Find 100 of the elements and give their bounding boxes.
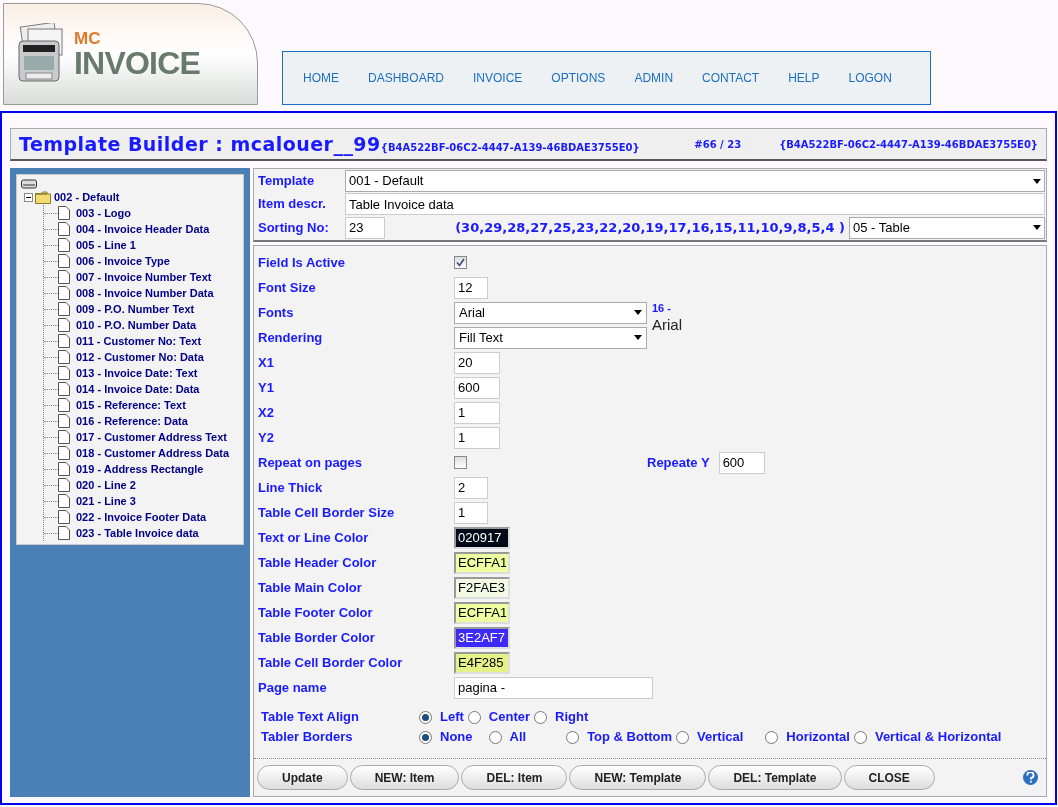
sorting-field[interactable]: 23 [345,216,385,239]
radio-button[interactable] [534,710,548,724]
field-label: Font Size [258,278,317,297]
tree-item[interactable]: 020 - Line 2 [76,476,136,494]
radio-button[interactable] [676,730,690,744]
input-field[interactable]: 600 [454,376,500,399]
action-button[interactable]: NEW: Template [569,765,707,790]
tree-item[interactable]: 008 - Invoice Number Data [76,284,214,302]
dropdown[interactable]: Arial [454,301,647,324]
color-field[interactable]: F2FAE3 [454,576,510,599]
radio-button[interactable] [419,710,432,724]
field-label: Template [257,172,316,191]
input-field[interactable]: 1 [454,501,488,524]
nav-link[interactable]: HELP [788,69,820,87]
template-guid: {B4A522BF-06C2-4447-A139-46BDAE3755E0} [779,137,1038,152]
template-select[interactable]: 001 - Default [345,170,1045,192]
field-label: Y1 [258,378,275,397]
font-preview: Arial [652,315,682,335]
input-field[interactable]: 1 [454,426,500,449]
document-icon [58,478,70,492]
radio-button[interactable] [765,730,779,744]
nav-link[interactable]: LOGON [848,69,892,87]
input-field[interactable]: 2 [454,476,488,499]
tree-item[interactable]: 003 - Logo [76,204,131,222]
tree-item[interactable]: 023 - Table Invoice data [76,524,199,542]
tree-item[interactable]: 014 - Invoice Date: Data [76,380,200,398]
radio-label[interactable]: Left [440,707,464,727]
radio-label[interactable]: Right [555,707,589,727]
tree-item[interactable]: 016 - Reference: Data [76,412,188,430]
radio-label[interactable]: Top & Bottom [587,727,673,747]
tree-item[interactable]: 011 - Customer No: Text [76,332,202,350]
radio-label[interactable]: Center [488,707,531,727]
document-icon [58,238,70,252]
radio-button[interactable] [467,710,481,724]
tree-item[interactable]: 005 - Line 1 [76,236,136,254]
action-button[interactable]: DEL: Item [461,765,568,790]
tree-item[interactable]: 018 - Customer Address Data [76,444,230,462]
radio-button[interactable] [853,730,867,744]
description-field[interactable]: Table Invoice data [345,193,1045,215]
nav-link[interactable]: INVOICE [473,69,523,87]
logo-title: INVOICE [74,46,200,79]
action-button[interactable]: NEW: Item [349,765,460,790]
field-label: Repeate Y [647,453,710,472]
radio-label[interactable]: All [509,727,527,747]
nav-link[interactable]: CONTACT [702,69,760,87]
color-field[interactable]: 3E2AF7 [454,626,510,649]
color-field[interactable]: E4F285 [454,651,510,674]
tree-item[interactable]: 022 - Invoice Footer Data [76,508,207,526]
page-title: Template Builder : mcalouer__99 [19,131,381,158]
checkbox[interactable] [454,256,467,269]
input-field[interactable]: 20 [454,351,500,374]
tree-item[interactable]: 002 - Default [54,188,120,206]
item-counter: #66 / 23 [694,137,742,152]
sorting-list: (30,29,28,27,25,23,22,20,19,17,16,15,11,10,9,8,5,4 ) [455,217,845,238]
radio-label[interactable]: None [440,727,473,747]
action-button[interactable]: CLOSE [843,765,935,790]
tree-item[interactable]: 019 - Address Rectangle [76,460,204,478]
action-button[interactable]: Update [257,765,348,790]
input-field[interactable]: pagina - [454,676,653,699]
radio-button[interactable] [566,730,580,744]
field-label: Text or Line Color [258,528,370,547]
tree-item[interactable]: 015 - Reference: Text [76,396,186,414]
caret-icon [634,335,642,340]
collapse-icon[interactable] [24,192,33,202]
field-label: Line Thick [258,478,324,497]
document-icon [58,526,70,540]
tree-item[interactable]: 012 - Customer No: Data [76,348,204,366]
nav-link[interactable]: HOME [303,69,339,87]
field-label: Fonts [258,303,295,322]
tree-item[interactable]: 010 - P.O. Number Data [76,316,197,334]
tree-item[interactable]: 004 - Invoice Header Data [76,220,210,238]
nav-link[interactable]: DASHBOARD [368,69,444,87]
action-button[interactable]: DEL: Template [708,765,842,790]
help-icon[interactable] [1023,770,1038,785]
type-select[interactable]: 05 - Table [849,216,1045,239]
tree-item[interactable]: 021 - Line 3 [76,492,136,510]
document-icon [58,222,70,236]
tree-item[interactable]: 006 - Invoice Type [76,252,170,270]
checkbox[interactable] [454,456,467,469]
tree-item[interactable]: 009 - P.O. Number Text [76,300,195,318]
color-field[interactable]: ECFFA1 [454,551,510,574]
dropdown[interactable]: Fill Text [454,326,647,349]
input-field[interactable]: 600 [718,451,765,474]
tree-item[interactable]: 017 - Customer Address Text [76,428,227,446]
radio-group-label: Tabler Borders [261,728,354,747]
tree-item[interactable]: 013 - Invoice Date: Text [76,364,198,382]
color-field[interactable]: ECFFA1 [454,601,510,624]
radio-label[interactable]: Vertical & Horizontal [874,727,1002,747]
tree-item[interactable]: 007 - Invoice Number Text [76,268,212,286]
nav-link[interactable]: OPTIONS [551,69,606,87]
radio-label[interactable]: Vertical [697,727,744,747]
radio-button[interactable] [488,730,502,744]
nav-link[interactable]: ADMIN [634,69,674,87]
radio-button[interactable] [419,730,432,744]
radio-label[interactable]: Horizontal [786,727,850,747]
color-field[interactable]: 020917 [454,526,510,549]
input-field[interactable]: 12 [454,276,488,299]
input-field[interactable]: 1 [454,401,500,424]
cash-register-icon [16,23,66,85]
document-icon [58,414,70,428]
